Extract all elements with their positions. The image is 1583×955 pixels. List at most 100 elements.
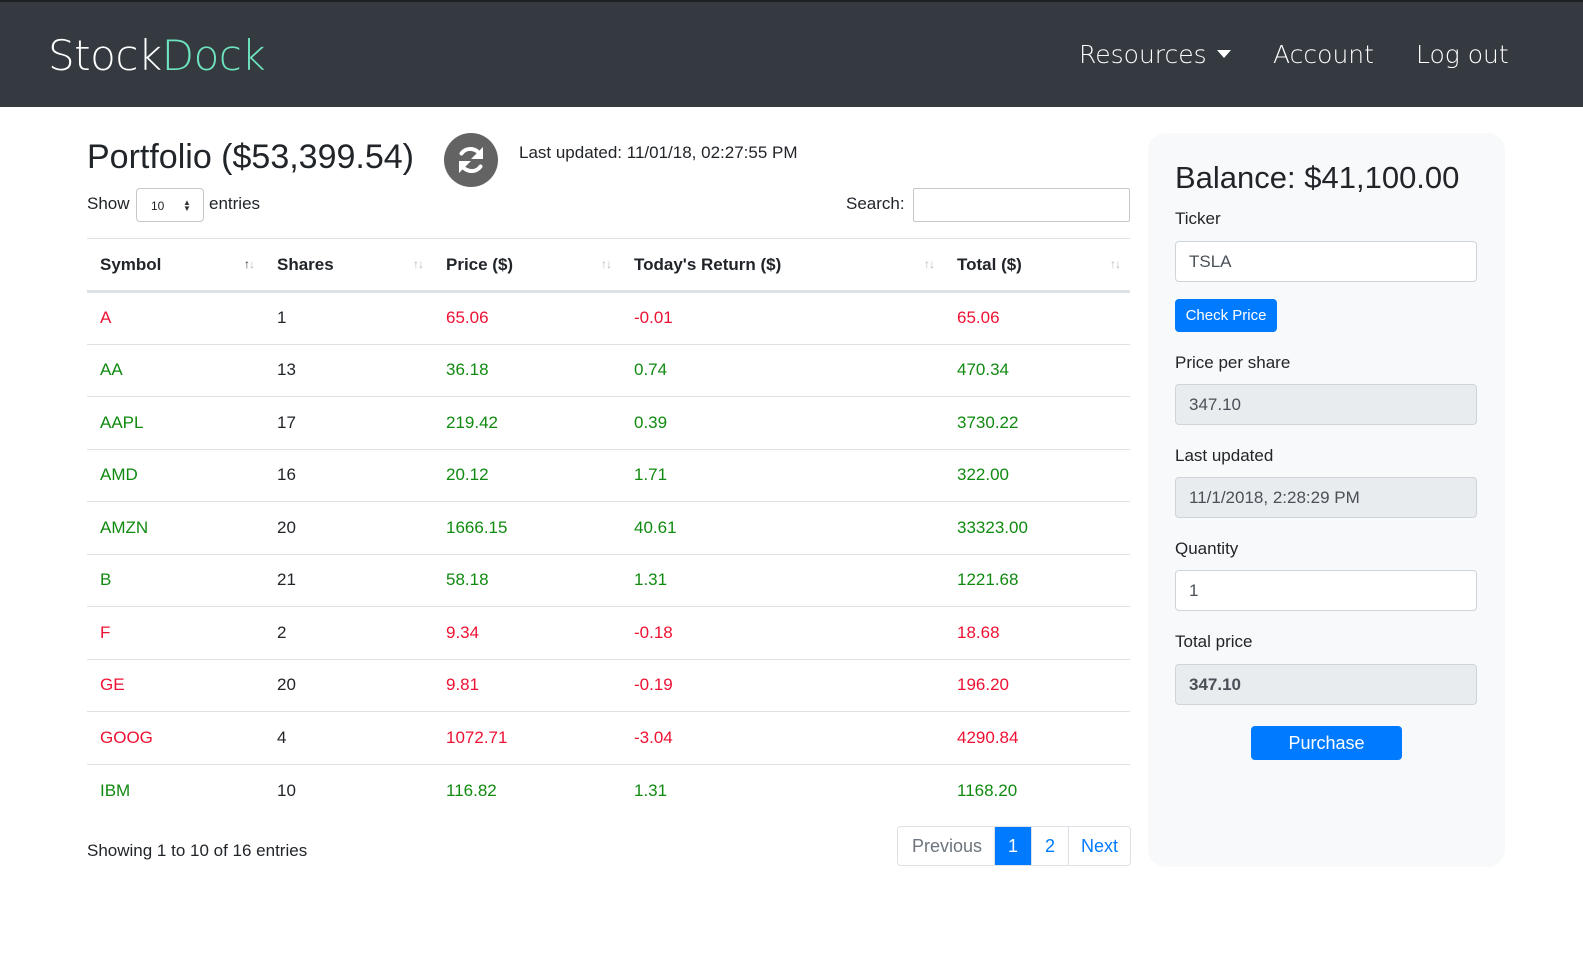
column-header-todays-return[interactable]: Today's Return ($) ↑↓: [621, 238, 944, 293]
refresh-icon: [459, 146, 483, 174]
table-row: AMZN 20 1666.15 40.61 33323.00: [87, 501, 1130, 555]
ticker-label: Ticker: [1175, 209, 1221, 228]
cell-total: 18.68: [944, 606, 1130, 660]
cell-symbol: A: [87, 291, 264, 345]
cell-symbol: AAPL: [87, 396, 264, 450]
column-header-label: Price ($): [446, 254, 514, 274]
cell-total: 4290.84: [944, 711, 1130, 765]
cell-total: 65.06: [944, 291, 1130, 345]
portfolio-last-updated: Last updated: 11/01/18, 02:27:55 PM: [519, 143, 798, 162]
cell-todays-return: -3.04: [621, 711, 944, 765]
cell-price: 9.34: [433, 606, 621, 660]
cell-todays-return: 0.74: [621, 344, 944, 397]
quantity-label: Quantity: [1175, 539, 1239, 558]
table-row: A 1 65.06 -0.01 65.06: [87, 291, 1130, 345]
cell-shares: 1: [264, 291, 433, 345]
pagination-page-2[interactable]: 2: [1031, 827, 1068, 865]
pagination-page-1[interactable]: 1: [994, 827, 1031, 865]
total-price-field: 347.10: [1175, 664, 1477, 705]
pagination-next[interactable]: Next: [1068, 827, 1130, 865]
cell-symbol: IBM: [100, 780, 131, 800]
brand-name-part1: Stock: [48, 31, 162, 80]
brand-name-part2: Dock: [161, 31, 266, 80]
show-label: Show: [87, 194, 130, 213]
cell-todays-return: 1.31: [621, 554, 944, 607]
cell-todays-return: -0.19: [621, 659, 944, 712]
cell-total: 470.34: [944, 344, 1130, 397]
cell-todays-return: -0.18: [621, 606, 944, 660]
table-row: AA 13 36.18 0.74 470.34: [87, 344, 1130, 397]
cell-total: 3730.22: [944, 396, 1130, 450]
column-header-label: Shares: [277, 254, 334, 274]
check-price-button[interactable]: Check Price: [1175, 299, 1277, 332]
column-header-shares[interactable]: Shares ↑↓: [264, 238, 433, 293]
cell-todays-return: 0.39: [621, 396, 944, 450]
cell-symbol: GOOG: [87, 711, 264, 765]
ticker-input[interactable]: TSLA: [1175, 241, 1477, 282]
cell-total: 196.20: [944, 659, 1130, 712]
column-header-price[interactable]: Price ($) ↑↓: [433, 238, 621, 293]
cell-total: 33323.00: [944, 501, 1130, 555]
table-row: AMD 16 20.12 1.71 322.00: [87, 449, 1130, 502]
purchase-button[interactable]: Purchase: [1251, 726, 1402, 760]
search-label: Search:: [846, 194, 905, 213]
brand-logo[interactable]: StockDock: [48, 31, 266, 80]
cell-price: 65.06: [433, 291, 621, 345]
cell-shares: 20: [264, 659, 433, 712]
nav-resources-label: Resources: [1079, 40, 1207, 69]
cell-todays-return: -0.01: [621, 291, 944, 345]
cell-price: 116.82: [446, 780, 497, 800]
cell-shares: 21: [264, 554, 433, 607]
cell-symbol: F: [87, 606, 264, 660]
caret-down-icon: [1216, 50, 1231, 58]
entries-select-value: 10: [151, 199, 165, 213]
column-header-label: Total ($): [957, 254, 1022, 274]
total-price-label: Total price: [1175, 632, 1253, 651]
cell-price: 36.18: [433, 344, 621, 397]
search-input[interactable]: [913, 188, 1130, 222]
refresh-button[interactable]: [444, 133, 498, 187]
cell-shares: 13: [264, 344, 433, 397]
cell-todays-return: 1.71: [621, 449, 944, 502]
cell-shares: 10: [277, 780, 296, 800]
pagination: Previous 1 2 Next: [897, 826, 1131, 866]
cell-price: 58.18: [433, 554, 621, 607]
cell-symbol: AMD: [87, 449, 264, 502]
table-row: B 21 58.18 1.31 1221.68: [87, 554, 1130, 607]
cell-todays-return: 1.31: [634, 780, 668, 800]
cell-total: 1168.20: [957, 780, 1018, 800]
pagination-previous[interactable]: Previous: [898, 827, 994, 865]
nav-resources-dropdown[interactable]: Resources: [1079, 39, 1231, 71]
last-updated-label: Last updated: [1175, 446, 1274, 465]
nav-logout-link[interactable]: Log out: [1416, 39, 1509, 71]
sort-icon: ↑↓: [413, 257, 424, 271]
price-per-share-label: Price per share: [1175, 353, 1291, 372]
sort-icon: ↑↓: [1110, 257, 1121, 271]
table-info: Showing 1 to 10 of 16 entries: [87, 841, 308, 860]
column-header-total[interactable]: Total ($) ↑↓: [944, 238, 1130, 293]
table-row: F 2 9.34 -0.18 18.68: [87, 606, 1130, 660]
sort-ascending-icon: ↑↓: [244, 257, 255, 271]
nav-account-link[interactable]: Account: [1273, 39, 1374, 71]
balance-heading: Balance: $41,100.00: [1175, 160, 1460, 195]
column-header-symbol[interactable]: Symbol ↑↓: [87, 238, 264, 293]
quantity-input[interactable]: 1: [1175, 570, 1477, 611]
cell-price: 9.81: [433, 659, 621, 712]
entries-per-page-select[interactable]: 10 ▲ ▼: [136, 188, 204, 222]
entries-label: entries: [209, 194, 261, 213]
price-per-share-field: 347.10: [1175, 384, 1477, 425]
navbar: StockDock Resources Account Log out: [0, 0, 1583, 107]
portfolio-title: Portfolio ($53,399.54): [87, 138, 414, 176]
sort-icon: ↑↓: [601, 257, 612, 271]
cell-total: 1221.68: [944, 554, 1130, 607]
cell-price: 1072.71: [433, 711, 621, 765]
cell-symbol: AMZN: [87, 501, 264, 555]
table-row: GOOG 4 1072.71 -3.04 4290.84: [87, 711, 1130, 765]
select-arrows-icon: ▲ ▼: [183, 198, 191, 213]
table-row: GE 20 9.81 -0.19 196.20: [87, 659, 1130, 712]
cell-price: 219.42: [433, 396, 621, 450]
cell-todays-return: 40.61: [621, 501, 944, 555]
cell-shares: 16: [264, 449, 433, 502]
portfolio-table: Symbol ↑↓ Shares ↑↓ Price ($) ↑↓ Today's Re…: [87, 238, 1130, 817]
column-header-label: Symbol: [100, 254, 162, 274]
